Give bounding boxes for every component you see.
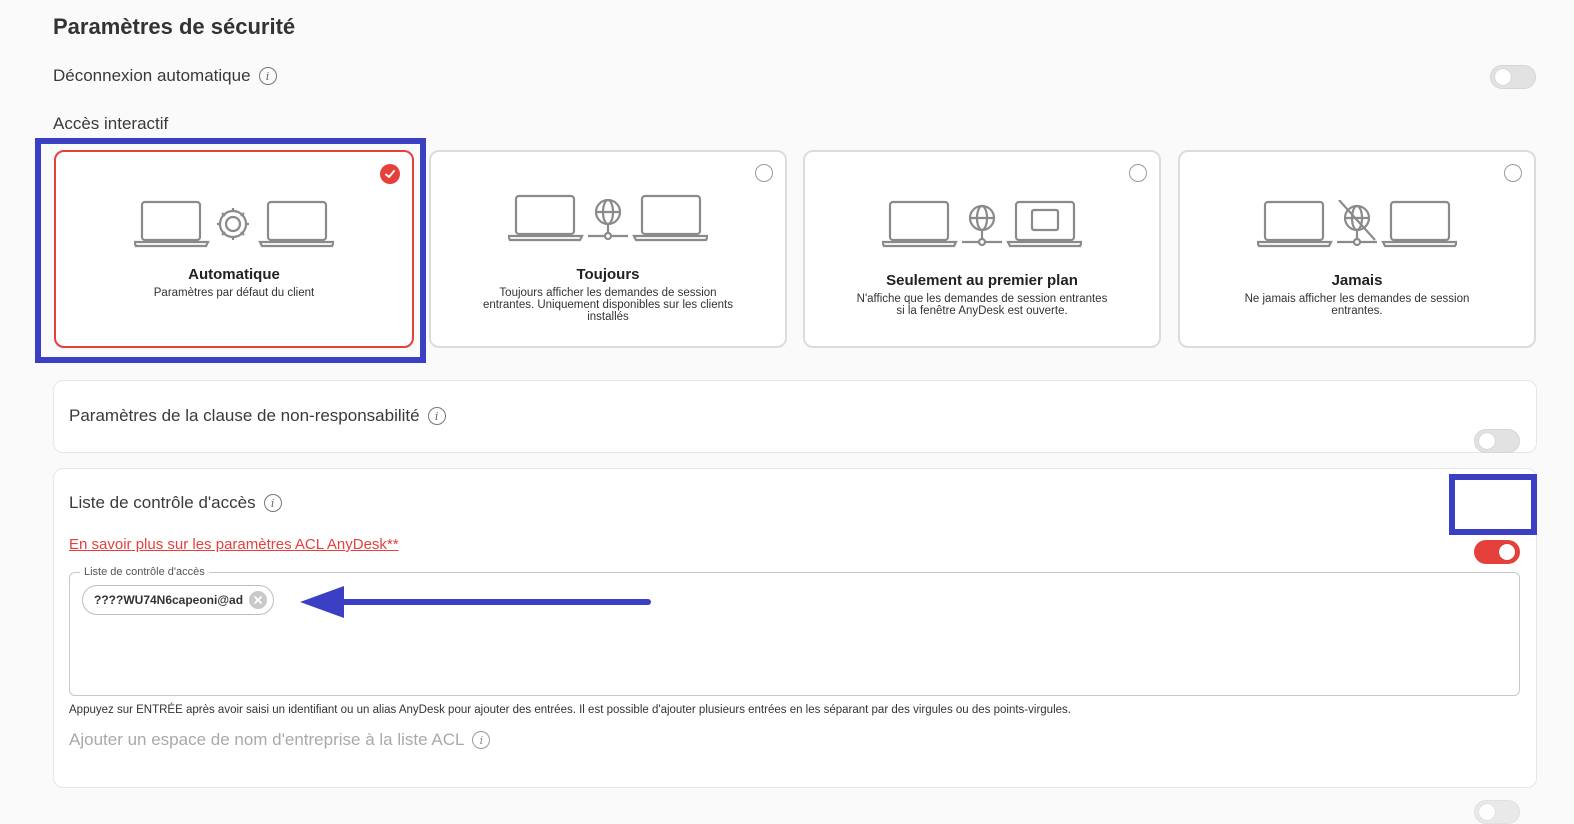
acl-field-legend: Liste de contrôle d'accès [80, 566, 209, 578]
acl-help-text: Appuyez sur ENTRÉE après avoir saisi un … [69, 704, 1071, 716]
acl-toggle[interactable] [1474, 540, 1520, 564]
option-title: Seulement au premier plan [886, 272, 1078, 289]
access-option-always[interactable]: Toujours Toujours afficher les demandes … [429, 150, 787, 348]
annotation-arrow-icon [300, 586, 651, 618]
access-option-foreground[interactable]: Seulement au premier plan N'affiche que … [803, 150, 1161, 348]
toggle-knob [1479, 804, 1495, 820]
auto-logout-toggle[interactable] [1490, 65, 1536, 89]
option-description: Toujours afficher les demandes de sessio… [483, 287, 733, 323]
acl-entry-text: ????WU74N6capeoni@ad [94, 593, 244, 607]
acl-label: Liste de contrôle d'accès [69, 493, 256, 512]
annotation-highlight-box [35, 138, 426, 363]
toggle-knob [1479, 433, 1495, 449]
namespace-label: Ajouter un espace de nom d'entreprise à … [69, 730, 465, 749]
access-option-never[interactable]: Jamais Ne jamais afficher les demandes d… [1178, 150, 1536, 348]
laptop-globe-disabled-laptop-icon [1257, 200, 1457, 248]
toggle-knob [1495, 69, 1511, 85]
info-icon[interactable]: i [427, 407, 446, 425]
option-title: Jamais [1331, 272, 1383, 289]
option-description: Ne jamais afficher les demandes de sessi… [1244, 293, 1470, 317]
page-title: Paramètres de sécurité [53, 14, 296, 39]
acl-entry-chip[interactable]: ????WU74N6capeoni@ad [82, 585, 275, 615]
info-icon[interactable]: i [258, 67, 277, 85]
namespace-toggle[interactable] [1474, 800, 1520, 824]
disclaimer-label: Paramètres de la clause de non-responsab… [69, 406, 420, 425]
laptop-globe-window-laptop-icon [882, 200, 1082, 248]
disclaimer-row: Paramètres de la clause de non-responsab… [69, 406, 446, 426]
annotation-highlight-box [1449, 474, 1537, 535]
laptop-globe-laptop-icon [508, 194, 708, 242]
acl-entries-field[interactable] [69, 572, 1520, 696]
radio-icon[interactable] [1504, 164, 1522, 182]
acl-learn-more-link[interactable]: En savoir plus sur les paramètres ACL An… [69, 536, 399, 553]
option-title: Toujours [576, 266, 640, 283]
auto-logout-label: Déconnexion automatique [53, 66, 251, 85]
auto-logout-row: Déconnexion automatique i [53, 66, 277, 86]
info-icon[interactable]: i [472, 731, 491, 749]
radio-icon[interactable] [1129, 164, 1147, 182]
interactive-access-label: Accès interactif [53, 114, 169, 133]
toggle-knob [1499, 544, 1515, 560]
acl-row: Liste de contrôle d'accès i [69, 493, 282, 513]
option-description: N'affiche que les demandes de session en… [856, 293, 1108, 317]
radio-icon[interactable] [755, 164, 773, 182]
namespace-row: Ajouter un espace de nom d'entreprise à … [69, 730, 491, 750]
info-icon[interactable]: i [263, 494, 282, 512]
disclaimer-toggle[interactable] [1474, 429, 1520, 453]
remove-entry-icon[interactable] [249, 591, 268, 609]
